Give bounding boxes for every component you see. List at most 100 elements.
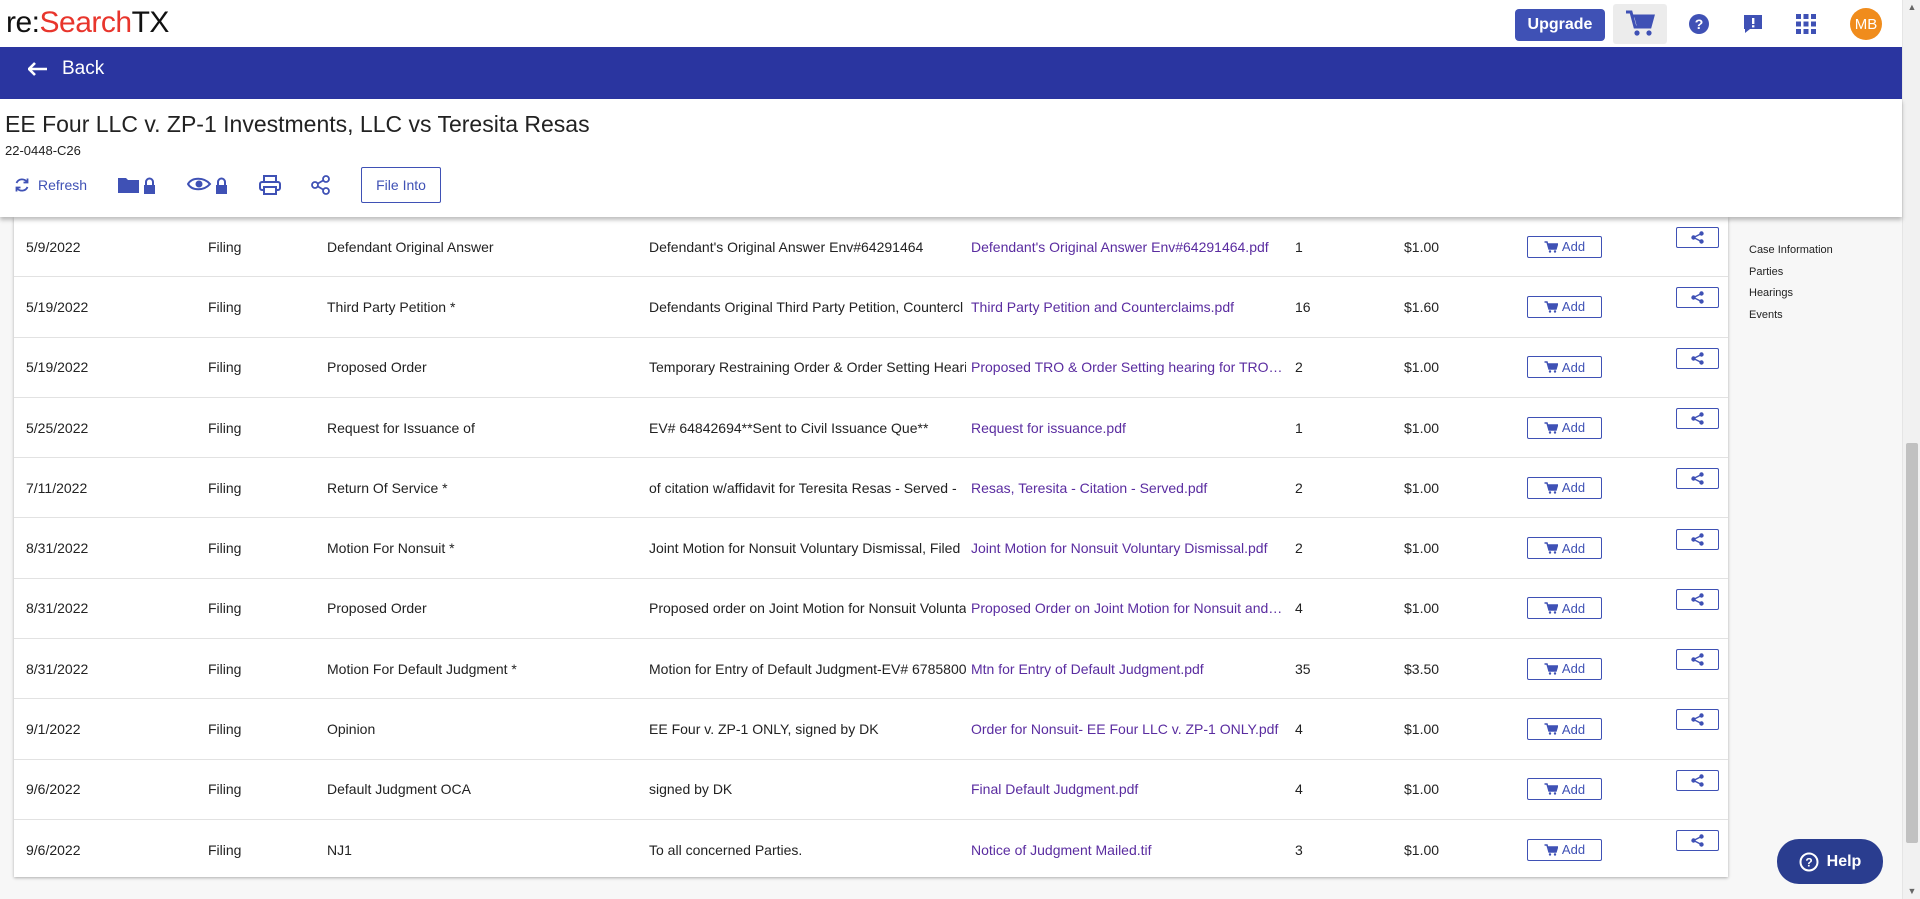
folder-lock-button[interactable]: [117, 175, 157, 195]
document-link[interactable]: Request for issuance.pdf: [971, 420, 1283, 436]
add-to-cart-button[interactable]: Add: [1527, 778, 1602, 801]
cell-price: $3.50: [1404, 660, 1440, 677]
share-row-button[interactable]: [1676, 649, 1719, 671]
cell-pages: 4: [1295, 600, 1303, 617]
cell-type: Filing: [208, 419, 242, 436]
document-link[interactable]: Proposed Order on Joint Motion for Nonsu…: [971, 600, 1283, 616]
add-label: Add: [1561, 420, 1586, 436]
case-toolbar: Refresh File Into: [14, 167, 442, 203]
share-row-button[interactable]: [1676, 407, 1719, 429]
cart-icon[interactable]: [1613, 4, 1667, 44]
share-row-button[interactable]: [1676, 347, 1719, 369]
share-row-button[interactable]: [1676, 588, 1719, 610]
document-link[interactable]: Defendant's Original Answer Env#64291464…: [971, 239, 1283, 255]
add-to-cart-button[interactable]: Add: [1527, 356, 1602, 379]
watch-lock-button[interactable]: [187, 175, 229, 195]
cart-icon: [1544, 662, 1558, 675]
cell-type: Filing: [208, 540, 242, 557]
cell-price: $1.00: [1404, 359, 1440, 376]
scroll-up-icon[interactable]: ▲: [1907, 2, 1917, 12]
document-link[interactable]: Mtn for Entry of Default Judgment.pdf: [971, 661, 1283, 677]
document-link[interactable]: Proposed TRO & Order Setting hearing for…: [971, 359, 1283, 375]
cell-description: Request for Issuance of: [327, 419, 475, 436]
nav-case-information[interactable]: Case Information: [1749, 244, 1833, 266]
document-link[interactable]: Joint Motion for Nonsuit Voluntary Dismi…: [971, 540, 1283, 556]
print-button[interactable]: [259, 175, 282, 195]
document-link[interactable]: Third Party Petition and Counterclaims.p…: [971, 299, 1283, 315]
add-label: Add: [1561, 600, 1586, 616]
add-to-cart-button[interactable]: Add: [1527, 597, 1602, 620]
logo-suffix: TX: [131, 6, 170, 39]
add-to-cart-button[interactable]: Add: [1527, 476, 1602, 499]
cart-icon: [1544, 542, 1558, 554]
cell-price: $1.00: [1404, 238, 1440, 255]
cell-pages: 4: [1295, 721, 1303, 738]
share-row-button[interactable]: [1676, 227, 1719, 248]
cell-date: 5/19/2022: [26, 298, 89, 315]
logo-prefix: re:: [6, 6, 40, 39]
nav-events[interactable]: Events: [1749, 309, 1833, 331]
document-link[interactable]: Order for Nonsuit- EE Four LLC v. ZP-1 O…: [971, 721, 1283, 737]
cell-pages: 1: [1295, 238, 1303, 255]
share-case-button[interactable]: [311, 175, 331, 195]
add-to-cart-button[interactable]: Add: [1527, 295, 1602, 318]
apps-grid-icon[interactable]: [1789, 8, 1823, 40]
cart-icon: [1544, 240, 1558, 253]
scroll-thumb[interactable]: [1906, 443, 1918, 843]
feedback-icon[interactable]: [1736, 8, 1770, 40]
cell-type: Filing: [208, 600, 242, 617]
logo-main: Search: [39, 6, 133, 39]
upgrade-button[interactable]: Upgrade: [1515, 9, 1605, 41]
add-to-cart-button[interactable]: Add: [1527, 416, 1602, 439]
back-button[interactable]: Back: [28, 58, 104, 80]
share-row-button[interactable]: [1676, 830, 1719, 851]
cart-icon: [1544, 301, 1558, 313]
cell-price: $1.60: [1404, 298, 1440, 315]
help-circle-icon[interactable]: ?: [1682, 8, 1716, 40]
scroll-down-icon[interactable]: ▼: [1907, 886, 1917, 896]
table-row: 8/31/2022 Filing Motion For Default Judgme…: [14, 639, 1728, 700]
back-label: Back: [62, 58, 105, 79]
cell-note: EV# 64842694**Sent to Civil Issuance Que…: [649, 419, 929, 436]
add-to-cart-button[interactable]: Add: [1527, 718, 1602, 741]
svg-text:?: ?: [1805, 855, 1812, 869]
nav-hearings[interactable]: Hearings: [1749, 287, 1833, 309]
case-header: EE Four LLC v. ZP-1 Investments, LLC vs …: [0, 99, 1902, 217]
nav-parties[interactable]: Parties: [1749, 266, 1833, 288]
refresh-label: Refresh: [38, 177, 88, 193]
cell-note: Defendants Original Third Party Petition…: [649, 298, 964, 315]
page-scrollbar[interactable]: ▲ ▼: [1902, 0, 1920, 899]
cell-pages: 16: [1295, 298, 1311, 315]
file-into-button[interactable]: File Into: [361, 167, 442, 203]
refresh-button[interactable]: Refresh: [14, 177, 87, 193]
add-to-cart-button[interactable]: Add: [1527, 235, 1602, 258]
share-row-button[interactable]: [1676, 468, 1719, 490]
share-row-button[interactable]: [1676, 709, 1719, 731]
add-to-cart-button[interactable]: Add: [1527, 838, 1602, 861]
share-icon: [1691, 351, 1704, 365]
table-row: 5/25/2022 Filing Request for Issuance of EV…: [14, 398, 1728, 459]
document-link[interactable]: Final Default Judgment.pdf: [971, 781, 1283, 797]
cell-date: 8/31/2022: [26, 660, 89, 677]
document-link[interactable]: Notice of Judgment Mailed.tif: [971, 842, 1283, 858]
add-label: Add: [1561, 661, 1586, 677]
cell-type: Filing: [208, 479, 242, 496]
add-to-cart-button[interactable]: Add: [1527, 657, 1602, 680]
add-to-cart-button[interactable]: Add: [1527, 537, 1602, 560]
cell-pages: 2: [1295, 479, 1303, 496]
table-row: 7/11/2022 Filing Return Of Service * of cit…: [14, 458, 1728, 519]
cell-date: 7/11/2022: [26, 479, 88, 496]
cell-date: 8/31/2022: [26, 600, 89, 617]
share-icon: [311, 175, 330, 195]
avatar[interactable]: MB: [1850, 8, 1882, 40]
app-logo[interactable]: re:SearchTX: [6, 6, 169, 40]
help-button[interactable]: ? Help: [1777, 839, 1883, 884]
table-row: 5/9/2022 Filing Defendant Original Answer D…: [14, 217, 1728, 278]
add-label: Add: [1561, 540, 1586, 556]
share-row-button[interactable]: [1676, 287, 1719, 309]
share-row-button[interactable]: [1676, 769, 1719, 791]
cell-price: $1.00: [1404, 419, 1440, 436]
share-row-button[interactable]: [1676, 528, 1719, 550]
document-link[interactable]: Resas, Teresita - Citation - Served.pdf: [971, 480, 1283, 496]
cell-date: 5/19/2022: [26, 359, 89, 376]
